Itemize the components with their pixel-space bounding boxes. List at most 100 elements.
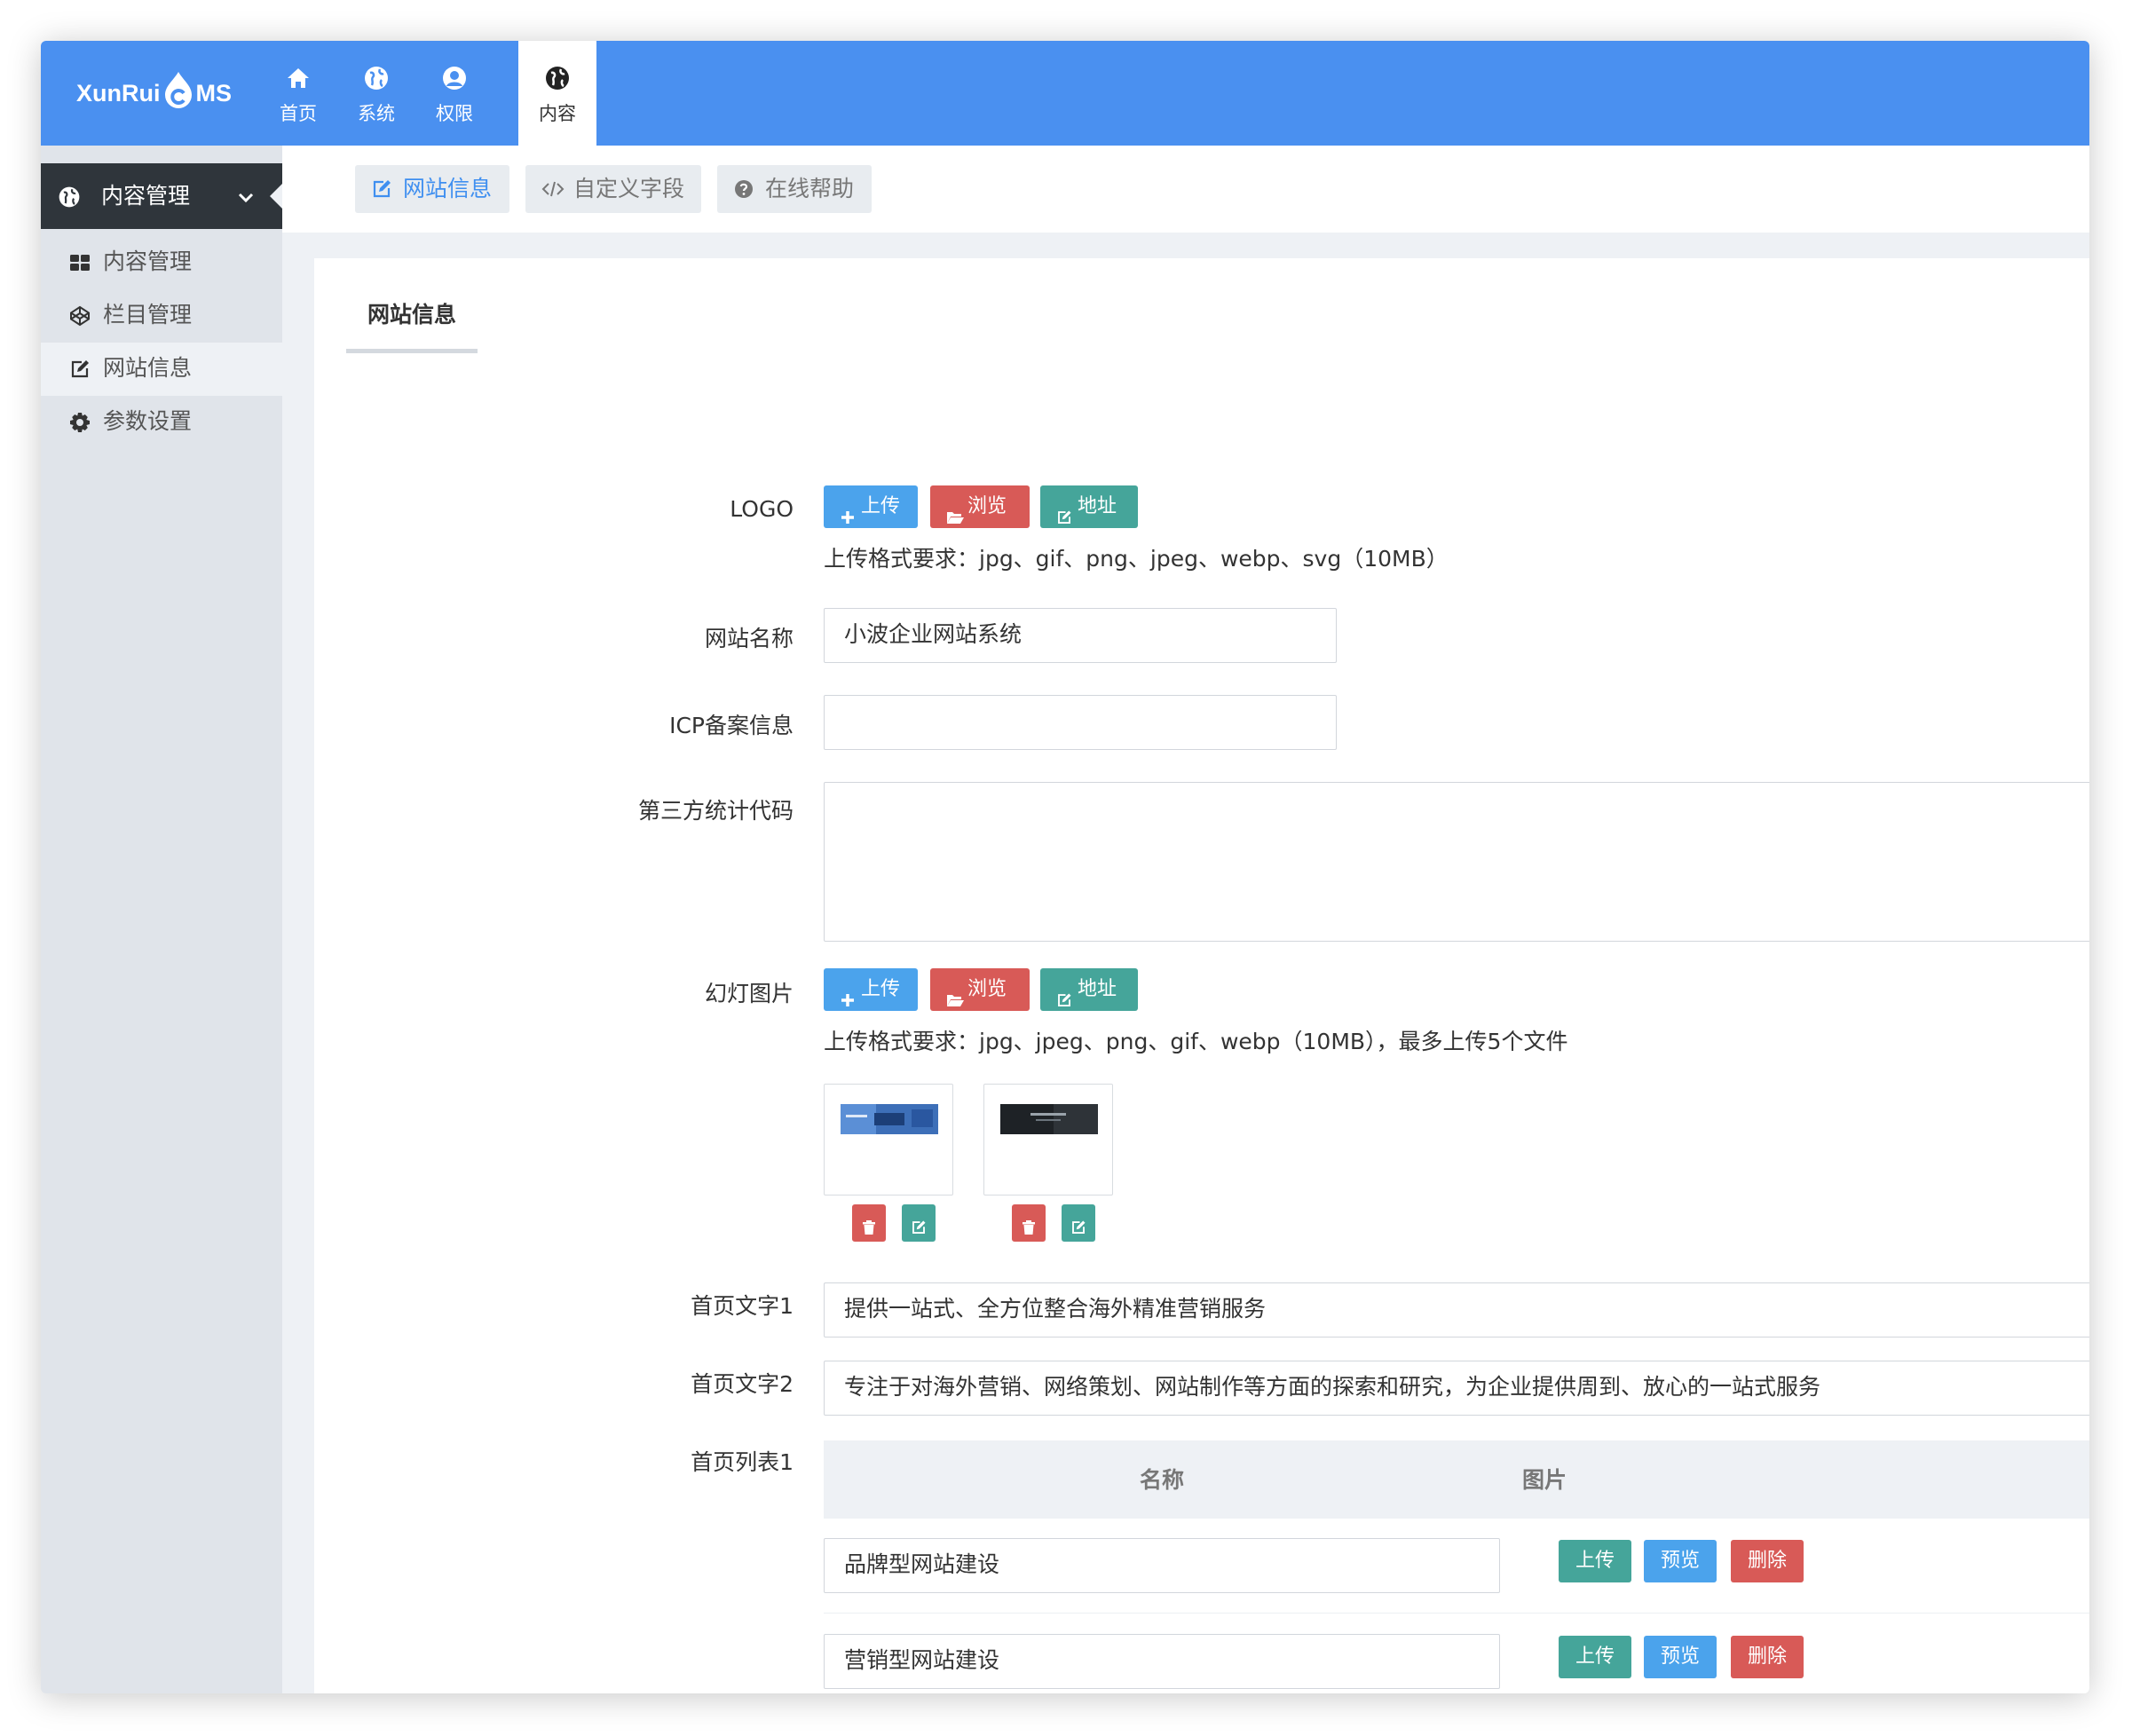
edit-icon (371, 178, 392, 200)
column-header-name: 名称 (1140, 1467, 1185, 1493)
trash-icon (861, 1215, 877, 1235)
list-name-input[interactable]: 品牌型网站建设 (824, 1538, 1500, 1593)
list-preview-button[interactable]: 预览 (1644, 1540, 1717, 1582)
tab-custom-fields[interactable]: 自定义字段 (525, 165, 701, 213)
slides-upload-button[interactable]: 上传 (824, 968, 918, 1011)
app-window: XunRui MS 首页 系统 权限 内容 内容管理 内容管理 栏目管理 网站信… (41, 41, 2089, 1693)
sidebar-section-content-management[interactable]: 内容管理 (41, 163, 282, 229)
slides-address-button[interactable]: 地址 (1040, 968, 1138, 1011)
slides-label: 幻灯图片 (704, 981, 794, 1006)
card-title-underline (346, 349, 478, 353)
card-title: 网站信息 (367, 302, 457, 327)
column-header-image: 图片 (1522, 1467, 1567, 1493)
nav-tab-label: 内容 (539, 103, 576, 124)
nav-tab-system[interactable]: 系统 (337, 41, 415, 146)
tab-label: 自定义字段 (573, 176, 685, 201)
stats-code-label: 第三方统计代码 (637, 798, 794, 824)
slide-edit-button[interactable] (1062, 1204, 1095, 1242)
gear-icon (69, 412, 91, 433)
home-icon (284, 64, 312, 92)
sidebar-item-label: 参数设置 (103, 408, 193, 434)
list-delete-button[interactable]: 删除 (1731, 1636, 1804, 1678)
edit-icon (1056, 982, 1072, 1006)
code-icon (541, 178, 565, 200)
sidebar-item-label: 网站信息 (103, 355, 193, 381)
nav-tab-label: 系统 (358, 103, 395, 124)
home-text1-label: 首页文字1 (691, 1293, 794, 1319)
chevron-down-icon (236, 186, 256, 206)
folder-open-icon (946, 499, 964, 524)
edit-icon (911, 1215, 927, 1234)
tab-online-help[interactable]: 在线帮助 (717, 165, 872, 213)
slides-browse-button[interactable]: 浏览 (930, 968, 1030, 1011)
slide-thumbnail[interactable] (983, 1084, 1113, 1195)
edit-icon (1056, 499, 1072, 524)
tab-site-info[interactable]: 网站信息 (355, 165, 509, 213)
tab-label: 在线帮助 (765, 176, 855, 201)
stats-code-textarea[interactable] (824, 782, 2089, 942)
list-preview-button[interactable]: 预览 (1644, 1636, 1717, 1678)
home-text2-label: 首页文字2 (691, 1371, 794, 1397)
nav-tab-label: 首页 (280, 103, 317, 124)
sidebar-item-parameters[interactable]: 参数设置 (41, 396, 282, 449)
slide-delete-button[interactable] (852, 1204, 886, 1242)
folder-open-icon (946, 982, 964, 1006)
sidebar-item-label: 内容管理 (103, 249, 193, 274)
question-circle-icon (733, 178, 754, 200)
sidebar-item-column-management[interactable]: 栏目管理 (41, 289, 282, 343)
sidebar-section-label: 内容管理 (101, 183, 191, 209)
slide-image (1000, 1104, 1098, 1134)
row-divider (824, 1613, 2089, 1614)
sidebar-item-label: 栏目管理 (103, 302, 193, 327)
logo-text-left: XunRui (76, 79, 161, 107)
table-header: 名称 图片 (824, 1440, 2089, 1519)
site-name-input[interactable]: 小波企业网站系统 (824, 608, 1337, 663)
tab-label: 网站信息 (403, 176, 493, 201)
logo-format-hint: 上传格式要求：jpg、gif、png、jpeg、webp、svg（10MB） (824, 546, 1449, 572)
site-name-label: 网站名称 (704, 626, 794, 651)
home-list1-label: 首页列表1 (691, 1449, 794, 1475)
slides-format-hint: 上传格式要求：jpg、jpeg、png、gif、webp（10MB），最多上传5… (824, 1029, 1568, 1054)
logo-flame-icon (162, 70, 194, 109)
edit-icon (1070, 1215, 1086, 1234)
th-large-icon (69, 252, 91, 273)
slide-delete-button[interactable] (1012, 1204, 1046, 1242)
codepen-icon (69, 305, 91, 327)
nav-tab-home[interactable]: 首页 (259, 41, 337, 146)
logo[interactable]: XunRui MS (76, 67, 232, 119)
logo-label: LOGO (730, 496, 794, 522)
subtab-bar: 网站信息 自定义字段 在线帮助 (282, 146, 2089, 233)
sidebar: 内容管理 内容管理 栏目管理 网站信息 参数设置 (41, 146, 282, 1693)
icp-input[interactable] (824, 695, 1337, 750)
globe-icon (362, 64, 391, 92)
globe-icon (57, 185, 82, 209)
sidebar-item-content-management[interactable]: 内容管理 (41, 236, 282, 289)
logo-text-right: MS (195, 79, 233, 107)
nav-tab-content[interactable]: 内容 (518, 41, 596, 146)
active-pointer (270, 184, 282, 209)
logo-browse-button[interactable]: 浏览 (930, 485, 1030, 528)
plus-icon (840, 499, 856, 524)
user-circle-icon (440, 64, 469, 92)
plus-icon (840, 982, 856, 1006)
list-delete-button[interactable]: 删除 (1731, 1540, 1804, 1582)
globe-icon (543, 64, 572, 92)
logo-address-button[interactable]: 地址 (1040, 485, 1138, 528)
top-header: XunRui MS 首页 系统 权限 内容 (41, 41, 2089, 146)
trash-icon (1021, 1215, 1037, 1235)
list-upload-button[interactable]: 上传 (1559, 1636, 1631, 1678)
slide-edit-button[interactable] (902, 1204, 936, 1242)
slide-image (841, 1104, 938, 1134)
edit-icon (69, 359, 91, 380)
content-card: 网站信息 LOGO 上传 浏览 地址 上传格式要求：jpg、gif、png、jp… (314, 258, 2089, 1693)
slide-thumbnail[interactable] (824, 1084, 953, 1195)
logo-upload-button[interactable]: 上传 (824, 485, 918, 528)
home-text2-input[interactable]: 专注于对海外营销、网络策划、网站制作等方面的探索和研究，为企业提供周到、放心的一… (824, 1361, 2089, 1416)
icp-label: ICP备案信息 (669, 713, 794, 738)
nav-tab-permissions[interactable]: 权限 (415, 41, 494, 146)
list-upload-button[interactable]: 上传 (1559, 1540, 1631, 1582)
home-text1-input[interactable]: 提供一站式、全方位整合海外精准营销服务 (824, 1282, 2089, 1338)
list-name-input[interactable]: 营销型网站建设 (824, 1634, 1500, 1689)
sidebar-item-site-info[interactable]: 网站信息 (41, 343, 282, 396)
nav-tab-label: 权限 (436, 103, 473, 124)
